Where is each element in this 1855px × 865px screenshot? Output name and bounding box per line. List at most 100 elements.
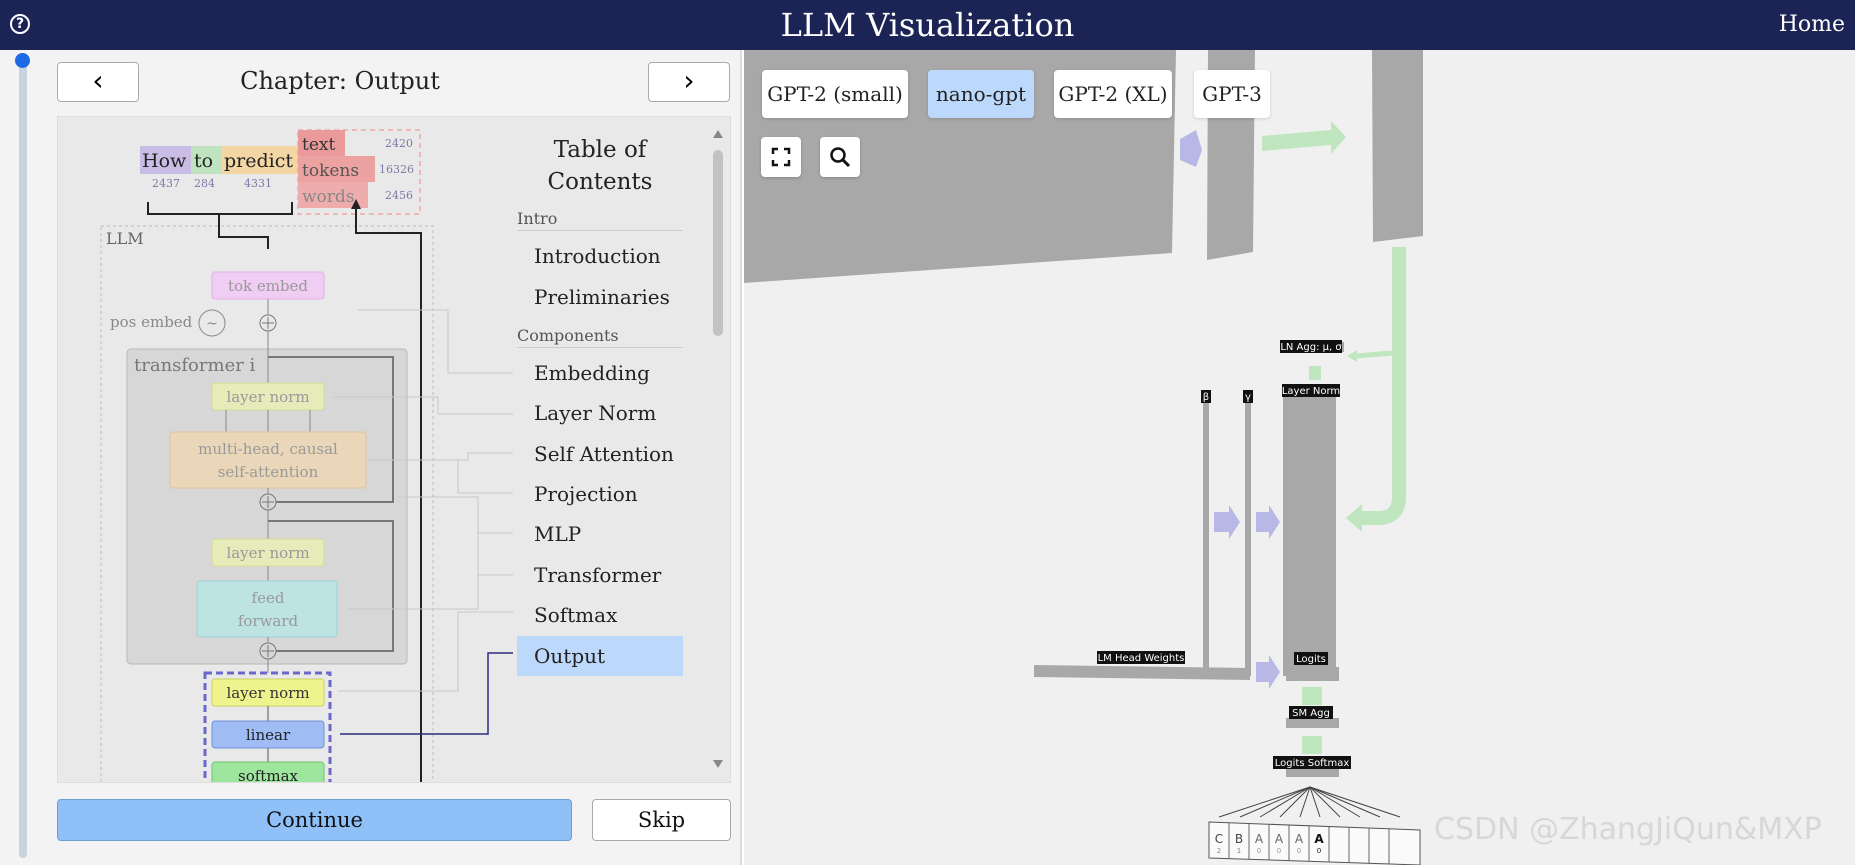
toc-section-intro: Intro (517, 209, 683, 231)
sm-agg-block (1286, 718, 1339, 728)
output-cell-num: 0 (1257, 847, 1261, 855)
token-id: 2437 (152, 177, 180, 190)
next-chapter-button[interactable]: › (648, 62, 730, 102)
linear-label: linear (246, 726, 291, 744)
toc-item-self-attention[interactable]: Self Attention (517, 434, 683, 474)
lm-head-label: LM Head Weights (1098, 653, 1185, 664)
progress-track[interactable] (19, 58, 27, 858)
toc-item-mlp[interactable]: MLP (517, 514, 683, 554)
scrollbar-thumb[interactable] (713, 150, 723, 336)
panel-scrollbar[interactable] (711, 124, 725, 774)
prediction-text: text (302, 135, 335, 155)
sm-agg-label: SM Agg (1292, 708, 1330, 719)
title-bar: ? LLM Visualization Home (0, 0, 1855, 50)
continue-button[interactable]: Continue (57, 799, 572, 841)
watermark: CSDN @ZhangJiQun&MXP (1434, 812, 1822, 847)
chapter-title: Chapter: Output (240, 67, 440, 95)
progress-marker[interactable] (15, 53, 30, 68)
beta-label: β (1203, 392, 1209, 403)
toc-connector (428, 459, 513, 494)
toc-item-softmax[interactable]: Softmax (517, 595, 683, 635)
output-cell-num: 0 (1317, 847, 1321, 855)
output-arrows (1218, 786, 1401, 818)
output-cell-num: 2 (1217, 847, 1221, 855)
fullscreen-icon (771, 147, 791, 167)
prediction-id: 2420 (385, 137, 413, 150)
token-id: 4331 (244, 177, 272, 190)
fullscreen-button[interactable] (761, 137, 801, 177)
layer-norm-block (1283, 392, 1336, 676)
toc-item-preliminaries[interactable]: Preliminaries (517, 277, 683, 317)
token-text: to (194, 150, 213, 172)
search-icon (830, 147, 851, 168)
logits-softmax-label: Logits Softmax (1275, 758, 1350, 769)
toc-item-layer-norm[interactable]: Layer Norm (517, 393, 683, 433)
llm-label: LLM (106, 229, 144, 248)
layer-norm-label: layer norm (226, 544, 309, 562)
flow-arrow-icon (1262, 121, 1346, 154)
output-cell-num: 0 (1297, 847, 1301, 855)
chevron-left-icon: ‹ (92, 64, 104, 97)
weight-matrix (1372, 50, 1423, 242)
prev-chapter-button[interactable]: ‹ (57, 62, 139, 102)
attention-label: self-attention (218, 463, 319, 481)
search-button[interactable] (820, 137, 860, 177)
model-gpt2-xl-button[interactable]: GPT-2 (XL) (1054, 70, 1172, 118)
token-bracket (147, 202, 293, 215)
toc-title: Table of Contents (547, 137, 653, 195)
final-layer-norm-label: layer norm (226, 684, 309, 702)
token-text: predict (224, 150, 293, 172)
attention-label: multi-head, causal (198, 440, 338, 458)
output-cell-num: 0 (1277, 847, 1281, 855)
layer-norm-label: layer norm (226, 388, 309, 406)
skip-button[interactable]: Skip (592, 799, 731, 841)
gamma-vector (1245, 392, 1251, 676)
output-cell-letter: A (1314, 832, 1324, 846)
output-cell-letter: B (1235, 832, 1243, 846)
model-nano-gpt-button[interactable]: nano-gpt (928, 70, 1034, 118)
token-id: 284 (194, 177, 215, 190)
output-cell-letter: A (1295, 832, 1304, 846)
home-link[interactable]: Home (1779, 12, 1845, 37)
gamma-label: γ (1245, 392, 1251, 403)
toc-item-output[interactable]: Output (517, 636, 683, 676)
ff-label: feed (252, 589, 285, 607)
output-cell-letter: A (1275, 832, 1284, 846)
toc-item-transformer[interactable]: Transformer (517, 555, 683, 595)
toc-connector-active (340, 652, 513, 735)
svg-text:~: ~ (206, 316, 218, 332)
toc-section-components: Components (517, 326, 683, 348)
layer-norm-label: Layer Norm (1282, 386, 1340, 397)
prediction-id: 2456 (385, 189, 413, 202)
toc-item-projection[interactable]: Projection (517, 474, 683, 514)
logits-label: Logits (1296, 654, 1326, 665)
tok-embed-label: tok embed (228, 277, 308, 295)
output-cell-letter: A (1255, 832, 1264, 846)
model-gpt2-small-button[interactable]: GPT-2 (small) (762, 70, 908, 118)
toc-connector (398, 496, 513, 576)
ff-label: forward (238, 612, 299, 630)
toc-item-embedding[interactable]: Embedding (517, 353, 683, 393)
flow-arrow (218, 214, 269, 249)
flow-arrow-icon (1180, 130, 1202, 167)
app-title: LLM Visualization (780, 6, 1075, 44)
visualization-canvas[interactable]: C 2 B 1 A 0 A 0 A 0 A 0 LN Agg: μ, σ Lay… (744, 50, 1855, 865)
prediction-text: words (302, 187, 355, 207)
chevron-right-icon: › (683, 64, 695, 97)
toc-item-introduction[interactable]: Introduction (517, 236, 683, 276)
output-cell-num: 1 (1237, 847, 1241, 855)
flow-arrow-icon (1214, 505, 1240, 539)
model-view: C 2 B 1 A 0 A 0 A 0 A 0 LN Agg: μ, σ Lay… (744, 50, 1423, 865)
output-cell-letter: C (1215, 832, 1223, 846)
ln-agg-label: LN Agg: μ, σ (1280, 342, 1342, 353)
lm-head-matrix (1034, 665, 1250, 680)
model-gpt3-button[interactable]: GPT-3 (1194, 70, 1270, 118)
prediction-text: tokens (302, 161, 359, 181)
transformer-label: transformer i (134, 355, 256, 376)
residual-flow (1360, 247, 1406, 525)
logits-block (1286, 667, 1339, 681)
flow-arrow-icon (1256, 655, 1280, 689)
prediction-id: 16326 (379, 163, 414, 176)
pos-embed-label: pos embed (110, 313, 193, 331)
softmax-label: softmax (238, 767, 298, 783)
